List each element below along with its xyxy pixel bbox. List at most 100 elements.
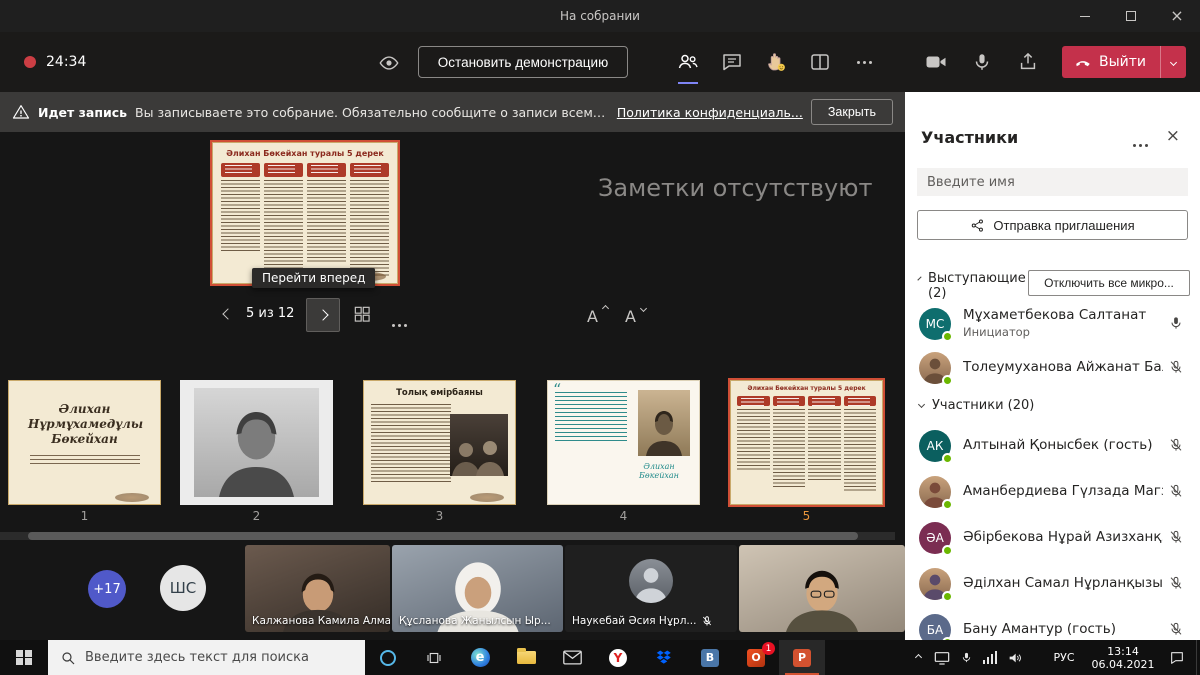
video-tile[interactable]: Наукебай Әсия Нұрл... [565, 545, 737, 632]
slide-5-table-placeholder [737, 396, 876, 493]
participant-search-input[interactable] [917, 168, 1188, 196]
network-tray-icon[interactable] [978, 640, 1002, 675]
attendees-section-header[interactable]: Участники (20) [919, 398, 1034, 413]
meeting-timer: 24:34 [46, 54, 86, 70]
participant-row[interactable]: Аманбердиева Гүлзада Магз... [905, 470, 1200, 514]
mute-all-button[interactable]: Отключить все микро... [1028, 270, 1190, 296]
slide-thumbnail-2[interactable]: 2 [180, 380, 333, 523]
office-icon[interactable]: O 1 [733, 640, 779, 675]
participant-row[interactable]: МС Мұхаметбекова Салтанат Инициатор [905, 302, 1200, 346]
tray-expand-button[interactable] [906, 640, 930, 675]
maximize-button[interactable] [1108, 0, 1154, 32]
yandex-icon[interactable]: Y [595, 640, 641, 675]
task-view-button[interactable] [411, 640, 457, 675]
slide-3[interactable]: Толық өмірбаяны [363, 380, 516, 505]
slide-more-button[interactable] [392, 312, 407, 331]
chat-icon [720, 50, 744, 74]
mic-tray-icon[interactable] [954, 640, 978, 675]
more-actions-button[interactable] [842, 32, 886, 92]
microphone-button[interactable] [959, 32, 1005, 92]
edge-icon[interactable]: e [457, 640, 503, 675]
mic-off-icon[interactable] [1168, 437, 1184, 453]
slide-thumbnail-3[interactable]: Толық өмірбаяны 3 [363, 380, 516, 523]
mic-off-icon [701, 615, 713, 627]
slide-grid-button[interactable] [352, 304, 374, 326]
slide-1[interactable]: Әлихан Нұрмұхамедұлы Бөкейхан [8, 380, 161, 505]
panel-close-button[interactable]: × [1166, 126, 1180, 146]
share-invite-button[interactable]: Отправка приглашения [917, 210, 1188, 240]
volume-tray-icon[interactable] [1002, 640, 1028, 675]
vk-icon[interactable]: B [687, 640, 733, 675]
slide-thumbnail-5[interactable]: Әлихан Бөкейхан туралы 5 дерек 5 [730, 380, 883, 523]
portrait-silhouette [638, 404, 690, 456]
participant-name: Алтынай Қонысбек (гость) [963, 437, 1153, 453]
group-photo-silhouette [450, 436, 508, 476]
minimize-button[interactable] [1062, 0, 1108, 32]
display-tray-icon[interactable] [930, 640, 954, 675]
slide-2[interactable] [180, 380, 333, 505]
video-tile[interactable] [739, 545, 905, 632]
previous-slide-button[interactable] [218, 304, 238, 324]
raise-hand-button[interactable] [754, 32, 798, 92]
mic-off-icon[interactable] [1168, 575, 1184, 591]
share-button[interactable] [1005, 32, 1051, 92]
clock[interactable]: 13:14 06.04.2021 [1086, 640, 1160, 675]
participant-row[interactable]: Әділхан Самал Нұрланқызы [905, 562, 1200, 606]
language-indicator[interactable]: РУС [1044, 640, 1084, 675]
mic-off-icon[interactable] [1168, 483, 1184, 499]
participant-name: Әділхан Самал Нұрланқызы [963, 575, 1163, 591]
font-decrease-button[interactable]: A [623, 302, 647, 326]
recording-banner-title: Идет запись [38, 105, 127, 120]
cortana-button[interactable] [365, 640, 411, 675]
preview-eye-button[interactable] [378, 52, 402, 76]
file-explorer-icon[interactable] [503, 640, 549, 675]
action-center-button[interactable] [1160, 640, 1194, 675]
participant-name: Толеумуханова Айжанат Бал... [963, 359, 1163, 375]
slide-thumbnail-1[interactable]: Әлихан Нұрмұхамедұлы Бөкейхан 1 [8, 380, 161, 523]
camera-button[interactable] [913, 32, 959, 92]
slide-5-selected[interactable]: Әлихан Бөкейхан туралы 5 дерек [730, 380, 883, 505]
start-button[interactable] [0, 640, 48, 675]
slide-thumbnail-4[interactable]: “ Әлихан Бөкейхан 4 [547, 380, 700, 523]
filmstrip-scrollbar[interactable] [0, 532, 895, 540]
slide-5-title: Әлихан Бөкейхан туралы 5 дерек [730, 385, 883, 392]
participants-button[interactable] [666, 32, 710, 92]
slide-2-portrait [194, 388, 319, 497]
participant-row[interactable]: Толеумуханова Айжанат Бал... [905, 346, 1200, 390]
panel-more-button[interactable] [1133, 132, 1148, 151]
participant-row[interactable]: ӘА Әбірбекова Нұрай Азизханқ... [905, 516, 1200, 560]
mail-icon[interactable] [549, 640, 595, 675]
leave-button[interactable]: Выйти [1062, 46, 1186, 78]
stop-presenting-button[interactable]: Остановить демонстрацию [418, 46, 628, 78]
video-tile[interactable]: Құсланова Жанылсын Ыр... [392, 545, 563, 632]
powerpoint-icon[interactable]: P [779, 640, 825, 675]
mic-off-icon[interactable] [1168, 621, 1184, 637]
close-button[interactable]: × [1154, 0, 1200, 32]
show-desktop-button[interactable] [1196, 640, 1200, 675]
chat-button[interactable] [710, 32, 754, 92]
mic-off-icon[interactable] [1168, 359, 1184, 375]
scrollbar-thumb[interactable] [28, 532, 858, 540]
current-slide-preview[interactable]: Әлихан Бөкейхан туралы 5 дерек [210, 140, 400, 286]
slide-1-number: 1 [8, 509, 161, 523]
dropbox-icon[interactable] [641, 640, 687, 675]
banner-close-button[interactable]: Закрыть [811, 99, 893, 125]
participant-avatar-initials[interactable]: ШС [160, 565, 206, 611]
privacy-policy-link[interactable]: Политика конфиденциаль... [617, 105, 803, 120]
breakout-rooms-button[interactable] [798, 32, 842, 92]
mic-on-icon[interactable] [1168, 315, 1184, 331]
taskbar-search-input[interactable] [85, 650, 335, 665]
windows-taskbar: e Y B O 1 P РУС 13:14 06.04.2021 [0, 640, 1200, 675]
mic-off-icon[interactable] [1168, 529, 1184, 545]
leave-options-caret[interactable] [1160, 46, 1186, 78]
recording-banner: Идет запись Вы записываете это собрание.… [0, 92, 905, 132]
next-slide-button[interactable] [306, 298, 340, 332]
font-increase-button[interactable]: A [585, 302, 609, 326]
participant-name: Мұхаметбекова Салтанат [963, 307, 1146, 323]
video-tile[interactable]: Калжанова Камила Алма... [245, 545, 390, 632]
overflow-participants-badge[interactable]: +17 [88, 570, 126, 608]
taskbar-search[interactable] [48, 640, 365, 675]
slide-4[interactable]: “ Әлихан Бөкейхан [547, 380, 700, 505]
speakers-section-header[interactable]: Выступающие (2) [919, 272, 1019, 302]
participant-row[interactable]: АК Алтынай Қонысбек (гость) [905, 424, 1200, 468]
